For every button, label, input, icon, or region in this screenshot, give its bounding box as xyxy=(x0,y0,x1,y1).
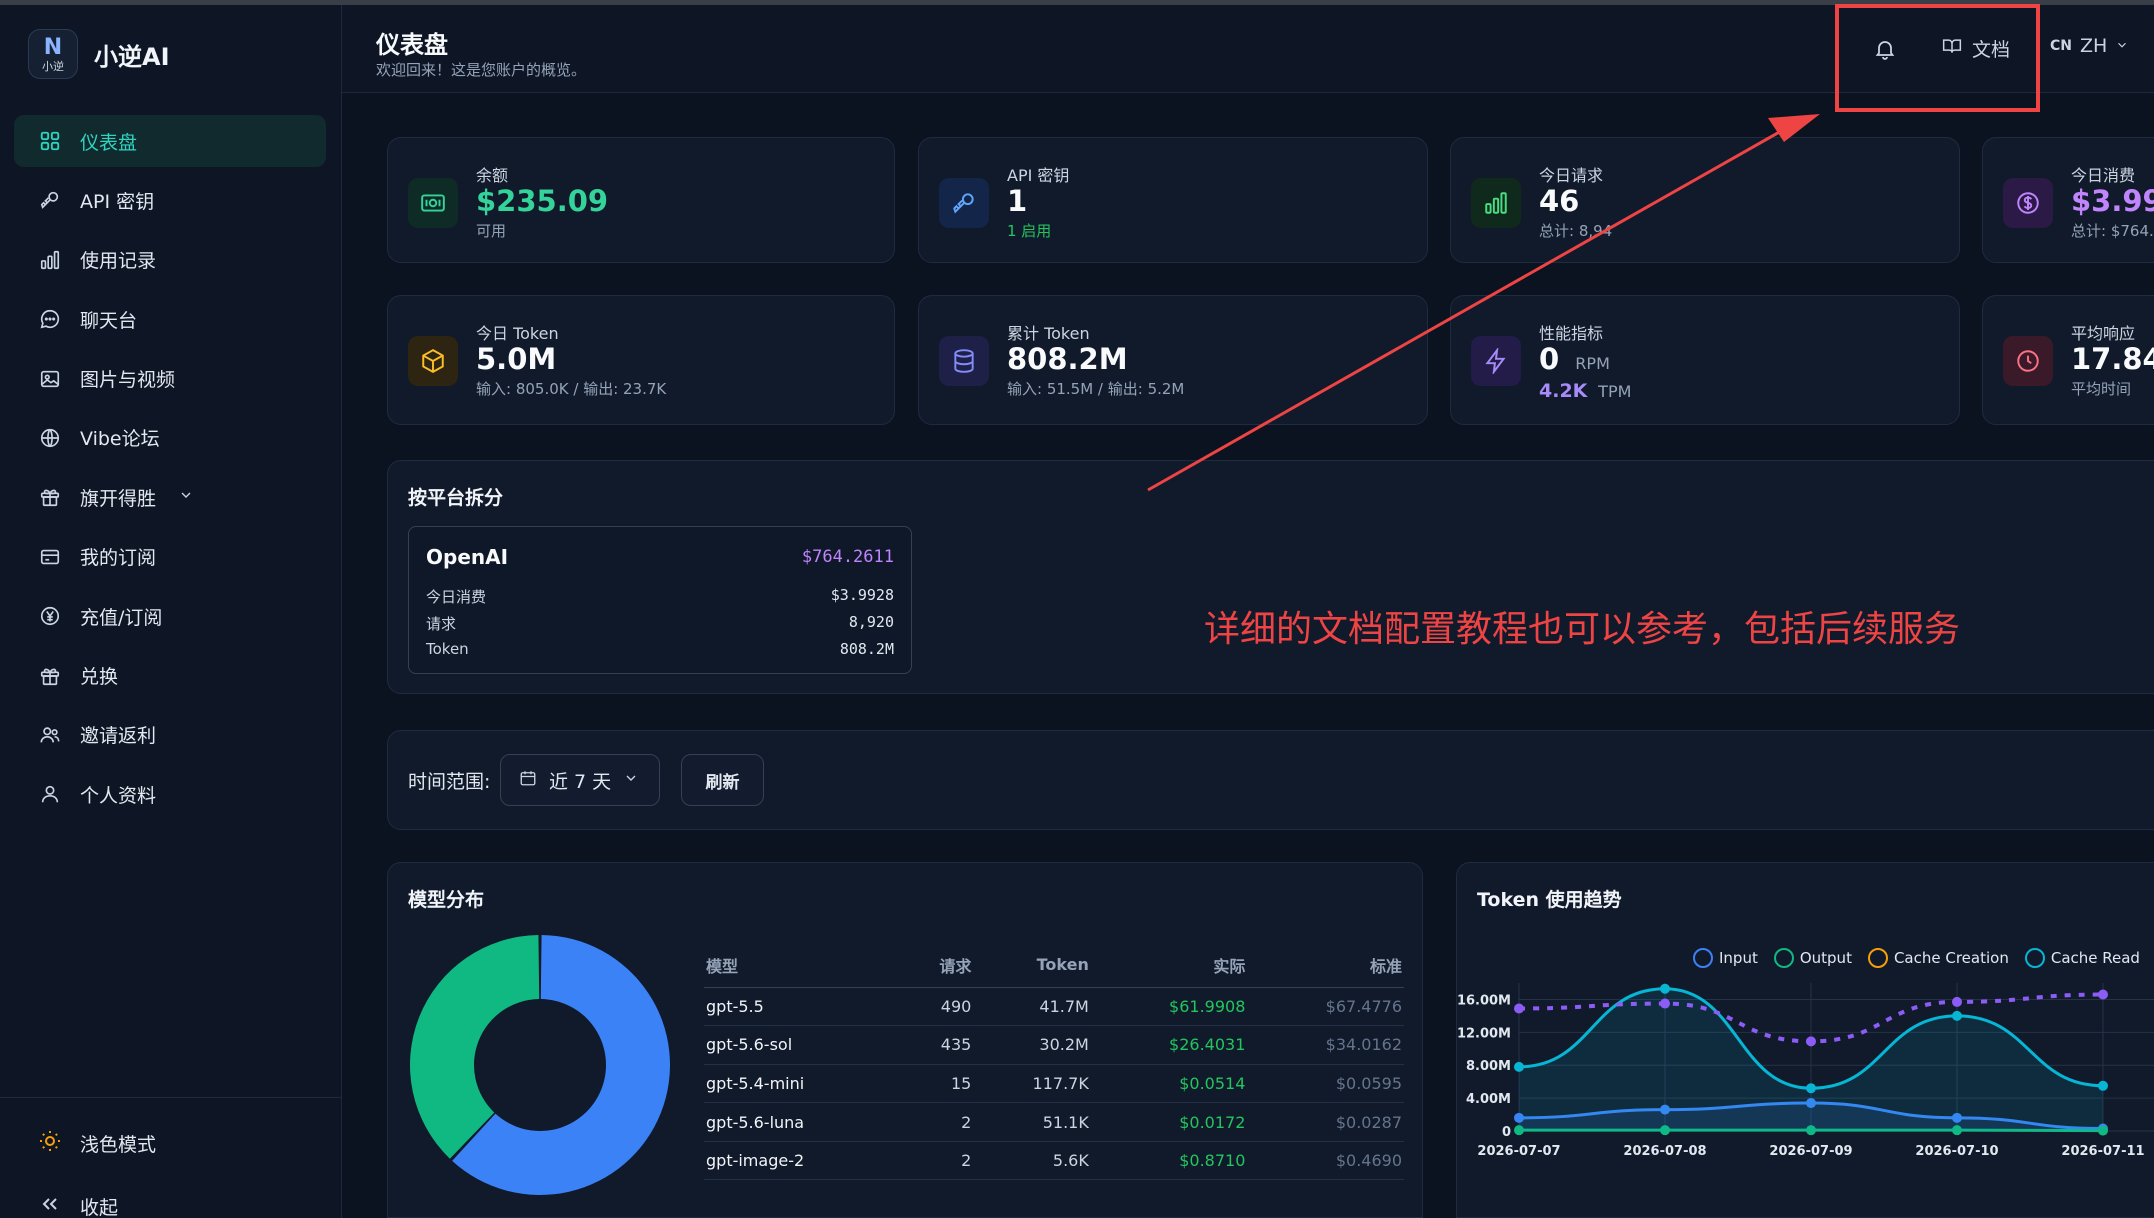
y-tick-label: 8.00M xyxy=(1466,1059,1511,1074)
cell-token: 30.2M xyxy=(973,1025,1091,1065)
cell-actual: $61.9908 xyxy=(1090,987,1248,1027)
cell-standard: $0.0287 xyxy=(1247,1102,1404,1142)
cell-standard: $0.0595 xyxy=(1247,1064,1404,1104)
x-tick-label: 2026-07-07 xyxy=(1477,1144,1560,1159)
cell-actual: $0.8710 xyxy=(1090,1141,1248,1181)
section-title: 模型分布 xyxy=(408,889,485,911)
annotation-text: 详细的文档配置教程也可以参考，包括后续服务 xyxy=(1204,609,1961,650)
cell-model: gpt-image-2 xyxy=(704,1141,904,1181)
y-tick-label: 0 xyxy=(1502,1125,1511,1140)
model-donut-chart xyxy=(409,935,670,1195)
legend-label: Cache Read xyxy=(2050,949,2140,967)
column-header[interactable]: 标准 xyxy=(1247,943,1404,988)
cell-token: 5.6K xyxy=(973,1141,1091,1181)
chevron-down-icon xyxy=(623,769,639,791)
data-point xyxy=(2098,1080,2108,1091)
model-distribution-card: 模型分布 模型 请求 Token 实际 标准 gpt-5.5 490 41.7M… xyxy=(387,862,1423,1218)
filter-bar: 时间范围: 近 7 天 刷新 xyxy=(387,730,2154,830)
cell-actual: $0.0514 xyxy=(1090,1064,1248,1104)
time-range-label: 时间范围: xyxy=(408,771,491,793)
cell-model: gpt-5.6-sol xyxy=(704,1025,904,1065)
legend-item[interactable]: Cache Creation xyxy=(1867,948,2009,968)
cell-actual: $26.4031 xyxy=(1090,1025,1248,1065)
legend-label: Cache Creation xyxy=(1893,949,2009,967)
model-table: 模型 请求 Token 实际 标准 gpt-5.5 490 41.7M $61.… xyxy=(704,943,1404,1181)
column-header[interactable]: 实际 xyxy=(1090,943,1248,988)
table-header-row: 模型 请求 Token 实际 标准 xyxy=(704,943,1404,988)
table-row[interactable]: gpt-5.5 490 41.7M $61.9908 $67.4776 xyxy=(704,987,1404,1027)
legend-item[interactable]: Cache Read xyxy=(2024,948,2140,968)
legend-label: Input xyxy=(1719,949,1758,967)
y-tick-label: 12.00M xyxy=(1457,1026,1511,1041)
cell-requests: 15 xyxy=(903,1064,974,1104)
cell-actual: $0.0172 xyxy=(1090,1102,1248,1142)
cell-model: gpt-5.5 xyxy=(704,987,904,1027)
x-tick-label: 2026-07-09 xyxy=(1769,1144,1852,1159)
table-row[interactable]: gpt-image-2 2 5.6K $0.8710 $0.4690 xyxy=(704,1141,1404,1181)
table-row[interactable]: gpt-5.6-luna 2 51.1K $0.0172 $0.0287 xyxy=(704,1102,1404,1142)
chart-legend: Input Output Cache Creation Cache Read xyxy=(1693,948,2154,968)
y-tick-label: 4.00M xyxy=(1466,1092,1511,1107)
cell-requests: 435 xyxy=(903,1025,974,1065)
legend-swatch xyxy=(1773,948,1794,968)
cell-token: 117.7K xyxy=(973,1064,1091,1104)
cell-model: gpt-5.6-luna xyxy=(704,1102,904,1142)
data-point xyxy=(1806,1083,1816,1094)
data-point xyxy=(1660,998,1670,1009)
donut-slice xyxy=(409,935,540,1159)
cell-requests: 2 xyxy=(903,1141,974,1181)
cell-standard: $67.4776 xyxy=(1247,987,1404,1027)
column-header[interactable]: Token xyxy=(973,943,1091,988)
cell-requests: 2 xyxy=(903,1102,974,1142)
column-header[interactable]: 模型 xyxy=(704,943,904,988)
time-range-value: 近 7 天 xyxy=(549,770,612,793)
cell-standard: $0.4690 xyxy=(1247,1141,1404,1181)
table-row[interactable]: gpt-5.4-mini 15 117.7K $0.0514 $0.0595 xyxy=(704,1064,1404,1104)
legend-label: Output xyxy=(1799,949,1852,967)
legend-swatch xyxy=(1693,948,1713,968)
data-point xyxy=(1660,983,1670,994)
data-point xyxy=(1952,1010,1962,1021)
x-tick-label: 2026-07-08 xyxy=(1623,1144,1706,1159)
refresh-button[interactable]: 刷新 xyxy=(681,754,764,806)
cell-requests: 490 xyxy=(903,987,974,1027)
legend-swatch xyxy=(1867,948,1888,968)
legend-item[interactable]: Input xyxy=(1693,948,1758,968)
data-point xyxy=(1952,996,1962,1007)
legend-swatch xyxy=(2024,948,2045,968)
column-header[interactable]: 请求 xyxy=(903,943,974,988)
data-point xyxy=(1806,1036,1816,1047)
token-trend-card: Token 使用趋势 Input Output Cache Creation C… xyxy=(1456,862,2154,1218)
x-tick-label: 2026-07-11 xyxy=(2061,1144,2144,1159)
y-tick-label: 16.00M xyxy=(1457,993,1511,1008)
data-point xyxy=(1514,1061,1524,1072)
cell-standard: $34.0162 xyxy=(1247,1025,1404,1065)
data-point xyxy=(1514,1003,1524,1014)
cell-token: 41.7M xyxy=(973,987,1091,1027)
table-row[interactable]: gpt-5.6-sol 435 30.2M $26.4031 $34.0162 xyxy=(704,1025,1404,1065)
cell-model: gpt-5.4-mini xyxy=(704,1064,904,1104)
cell-token: 51.1K xyxy=(973,1102,1091,1142)
legend-item[interactable]: Output xyxy=(1773,948,1852,968)
calendar-icon xyxy=(519,769,537,792)
section-title: Token 使用趋势 xyxy=(1477,889,1622,911)
data-point xyxy=(2098,989,2108,1000)
x-tick-label: 2026-07-10 xyxy=(1915,1144,1998,1159)
time-range-select[interactable]: 近 7 天 xyxy=(500,754,660,806)
token-trend-chart: 0 4.00M 8.00M 12.00M 16.00M 2026-07-07 2026-07… xyxy=(1457,983,2154,1159)
